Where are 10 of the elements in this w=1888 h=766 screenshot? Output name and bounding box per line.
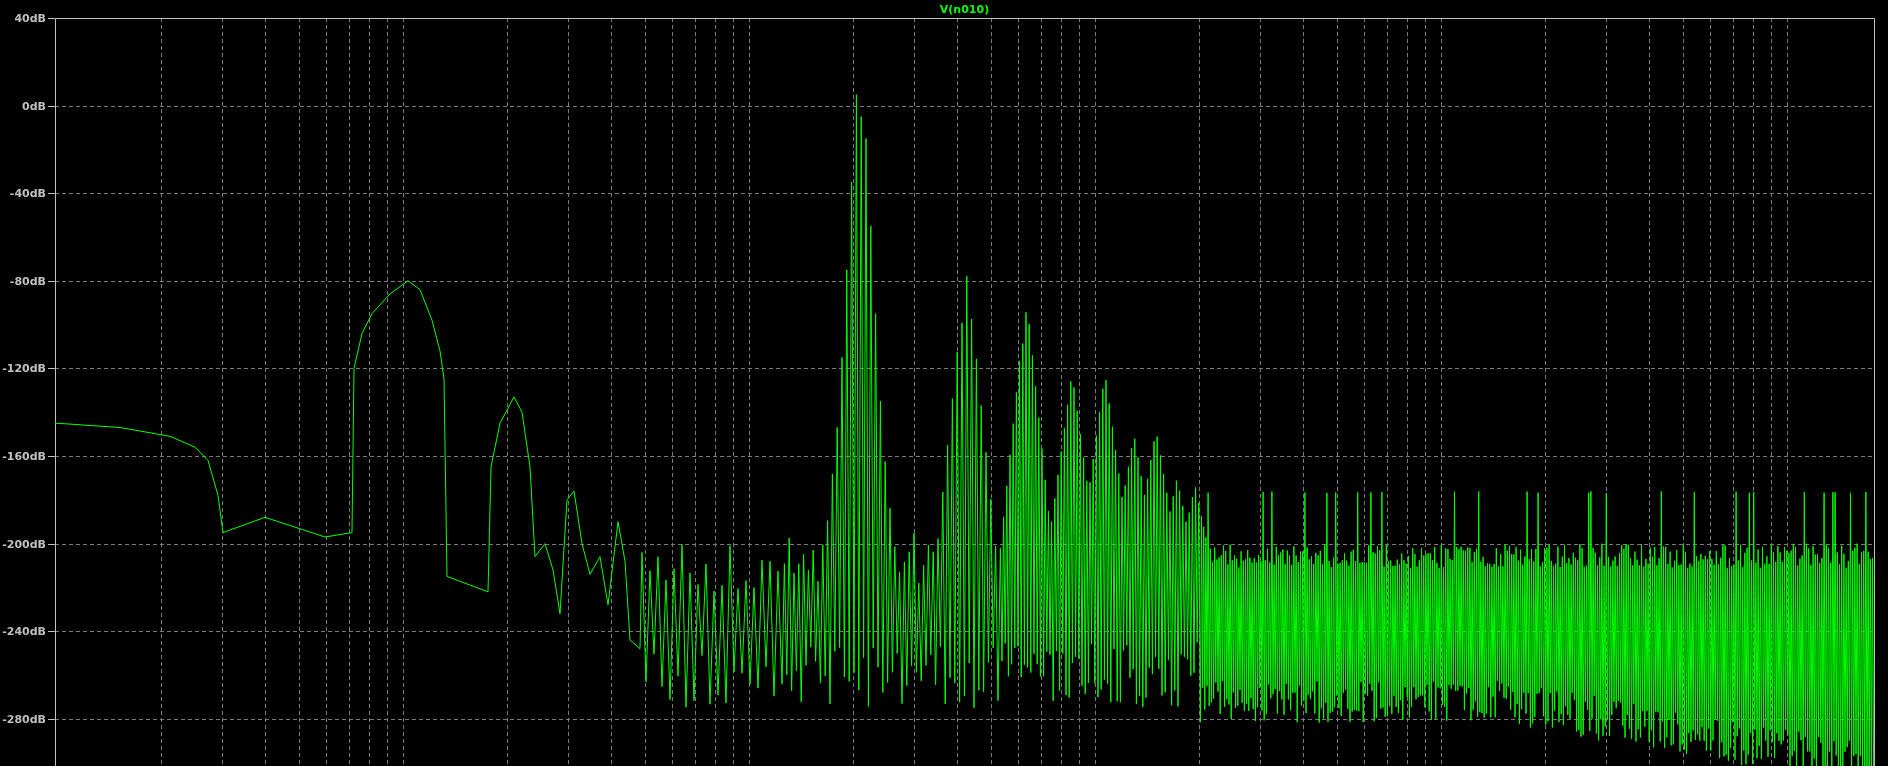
y-axis-label: -80dB — [9, 275, 46, 288]
y-axis-label: -120dB — [2, 362, 46, 375]
plot-title: V(n010) — [939, 3, 990, 16]
y-axis-label: 0dB — [22, 100, 46, 113]
y-axis-label: -240dB — [2, 625, 46, 638]
y-axis-label: -200dB — [2, 538, 46, 551]
y-axis-label: 40dB — [14, 12, 46, 25]
y-axis-label: -40dB — [9, 187, 46, 200]
y-axis-label: -160dB — [2, 450, 46, 463]
y-axis-label: -280dB — [2, 713, 46, 726]
